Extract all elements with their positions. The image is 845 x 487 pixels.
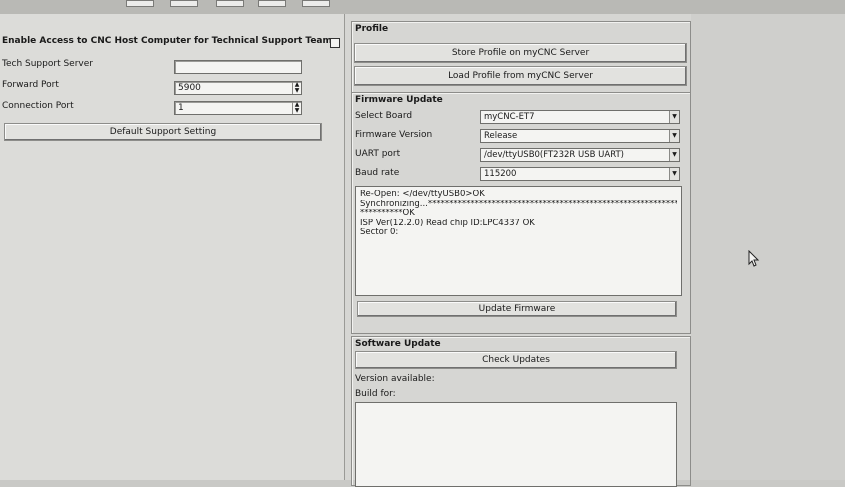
chevron-down-icon[interactable]: ▼ — [669, 149, 679, 161]
log-line: **********OK — [360, 209, 415, 218]
mouse-cursor-icon — [748, 250, 760, 267]
select-board-label: Select Board — [355, 111, 413, 121]
software-group: Software Update Check Updates Version av… — [351, 336, 691, 487]
firmware-group: Firmware Update Select Board myCNC-ET7 ▼… — [351, 92, 691, 334]
tech-server-label: Tech Support Server — [2, 59, 93, 69]
baud-rate-combo[interactable]: 115200 ▼ — [480, 167, 680, 181]
toolbar-tab[interactable] — [126, 0, 154, 7]
chevron-down-icon[interactable]: ▼ — [669, 168, 679, 180]
build-for-label: Build for: — [355, 389, 396, 399]
toolbar-tab[interactable] — [216, 0, 244, 7]
software-title: Software Update — [355, 339, 441, 349]
forward-port-label: Forward Port — [2, 80, 59, 90]
connection-port-stepper[interactable]: ▲ ▼ — [292, 102, 301, 114]
firmware-version-combo[interactable]: Release ▼ — [480, 129, 680, 143]
profile-title: Profile — [355, 24, 389, 34]
firmware-log[interactable]: Re-Open: </dev/ttyUSB0>OK Synchronizing.… — [355, 186, 682, 296]
baud-rate-value: 115200 — [484, 169, 517, 179]
toolbar-tab[interactable] — [170, 0, 198, 7]
uart-port-label: UART port — [355, 149, 401, 159]
log-line: Sector 0: — [360, 228, 399, 237]
version-available-label: Version available: — [355, 374, 435, 384]
right-panel: Profile Store Profile on myCNC Server Lo… — [345, 14, 691, 487]
connection-port-value: 1 — [178, 103, 184, 113]
chevron-down-icon[interactable]: ▼ — [669, 111, 679, 123]
firmware-version-value: Release — [484, 131, 518, 141]
log-line: Re-Open: </dev/ttyUSB0>OK — [360, 190, 485, 199]
log-line: ISP Ver(12.2.0) Read chip ID:LPC4337 OK — [360, 218, 535, 228]
toolbar-tab[interactable] — [302, 0, 330, 7]
select-board-value: myCNC-ET7 — [484, 112, 535, 122]
update-firmware-button[interactable]: Update Firmware — [357, 301, 677, 317]
tech-server-input[interactable] — [174, 60, 302, 74]
connection-port-input[interactable]: 1 ▲ ▼ — [174, 101, 302, 115]
top-toolbar — [0, 0, 845, 15]
default-support-setting-button[interactable]: Default Support Setting — [4, 123, 322, 141]
store-profile-button[interactable]: Store Profile on myCNC Server — [354, 43, 687, 63]
load-profile-button[interactable]: Load Profile from myCNC Server — [354, 66, 687, 86]
forward-port-input[interactable]: 5900 ▲ ▼ — [174, 81, 302, 95]
uart-port-combo[interactable]: /dev/ttyUSB0(FT232R USB UART) ▼ — [480, 148, 680, 162]
chevron-down-icon[interactable]: ▼ — [669, 130, 679, 142]
support-panel: Enable Access to CNC Host Computer for T… — [0, 14, 345, 480]
check-updates-button[interactable]: Check Updates — [355, 351, 677, 369]
firmware-title: Firmware Update — [355, 95, 443, 105]
log-line: Synchronizing...************************… — [360, 199, 677, 209]
select-board-combo[interactable]: myCNC-ET7 ▼ — [480, 110, 680, 124]
baud-rate-label: Baud rate — [355, 168, 400, 178]
firmware-version-label: Firmware Version — [355, 130, 433, 140]
empty-area — [691, 14, 845, 480]
connection-port-label: Connection Port — [2, 101, 74, 111]
software-info-area[interactable] — [355, 402, 677, 487]
toolbar-tab[interactable] — [258, 0, 286, 7]
forward-port-stepper[interactable]: ▲ ▼ — [292, 82, 301, 94]
uart-port-value: /dev/ttyUSB0(FT232R USB UART) — [484, 150, 624, 160]
enable-support-checkbox[interactable] — [330, 38, 340, 48]
profile-group: Profile Store Profile on myCNC Server Lo… — [351, 21, 691, 93]
forward-port-value: 5900 — [178, 83, 201, 93]
enable-support-label: Enable Access to CNC Host Computer for T… — [2, 36, 332, 46]
